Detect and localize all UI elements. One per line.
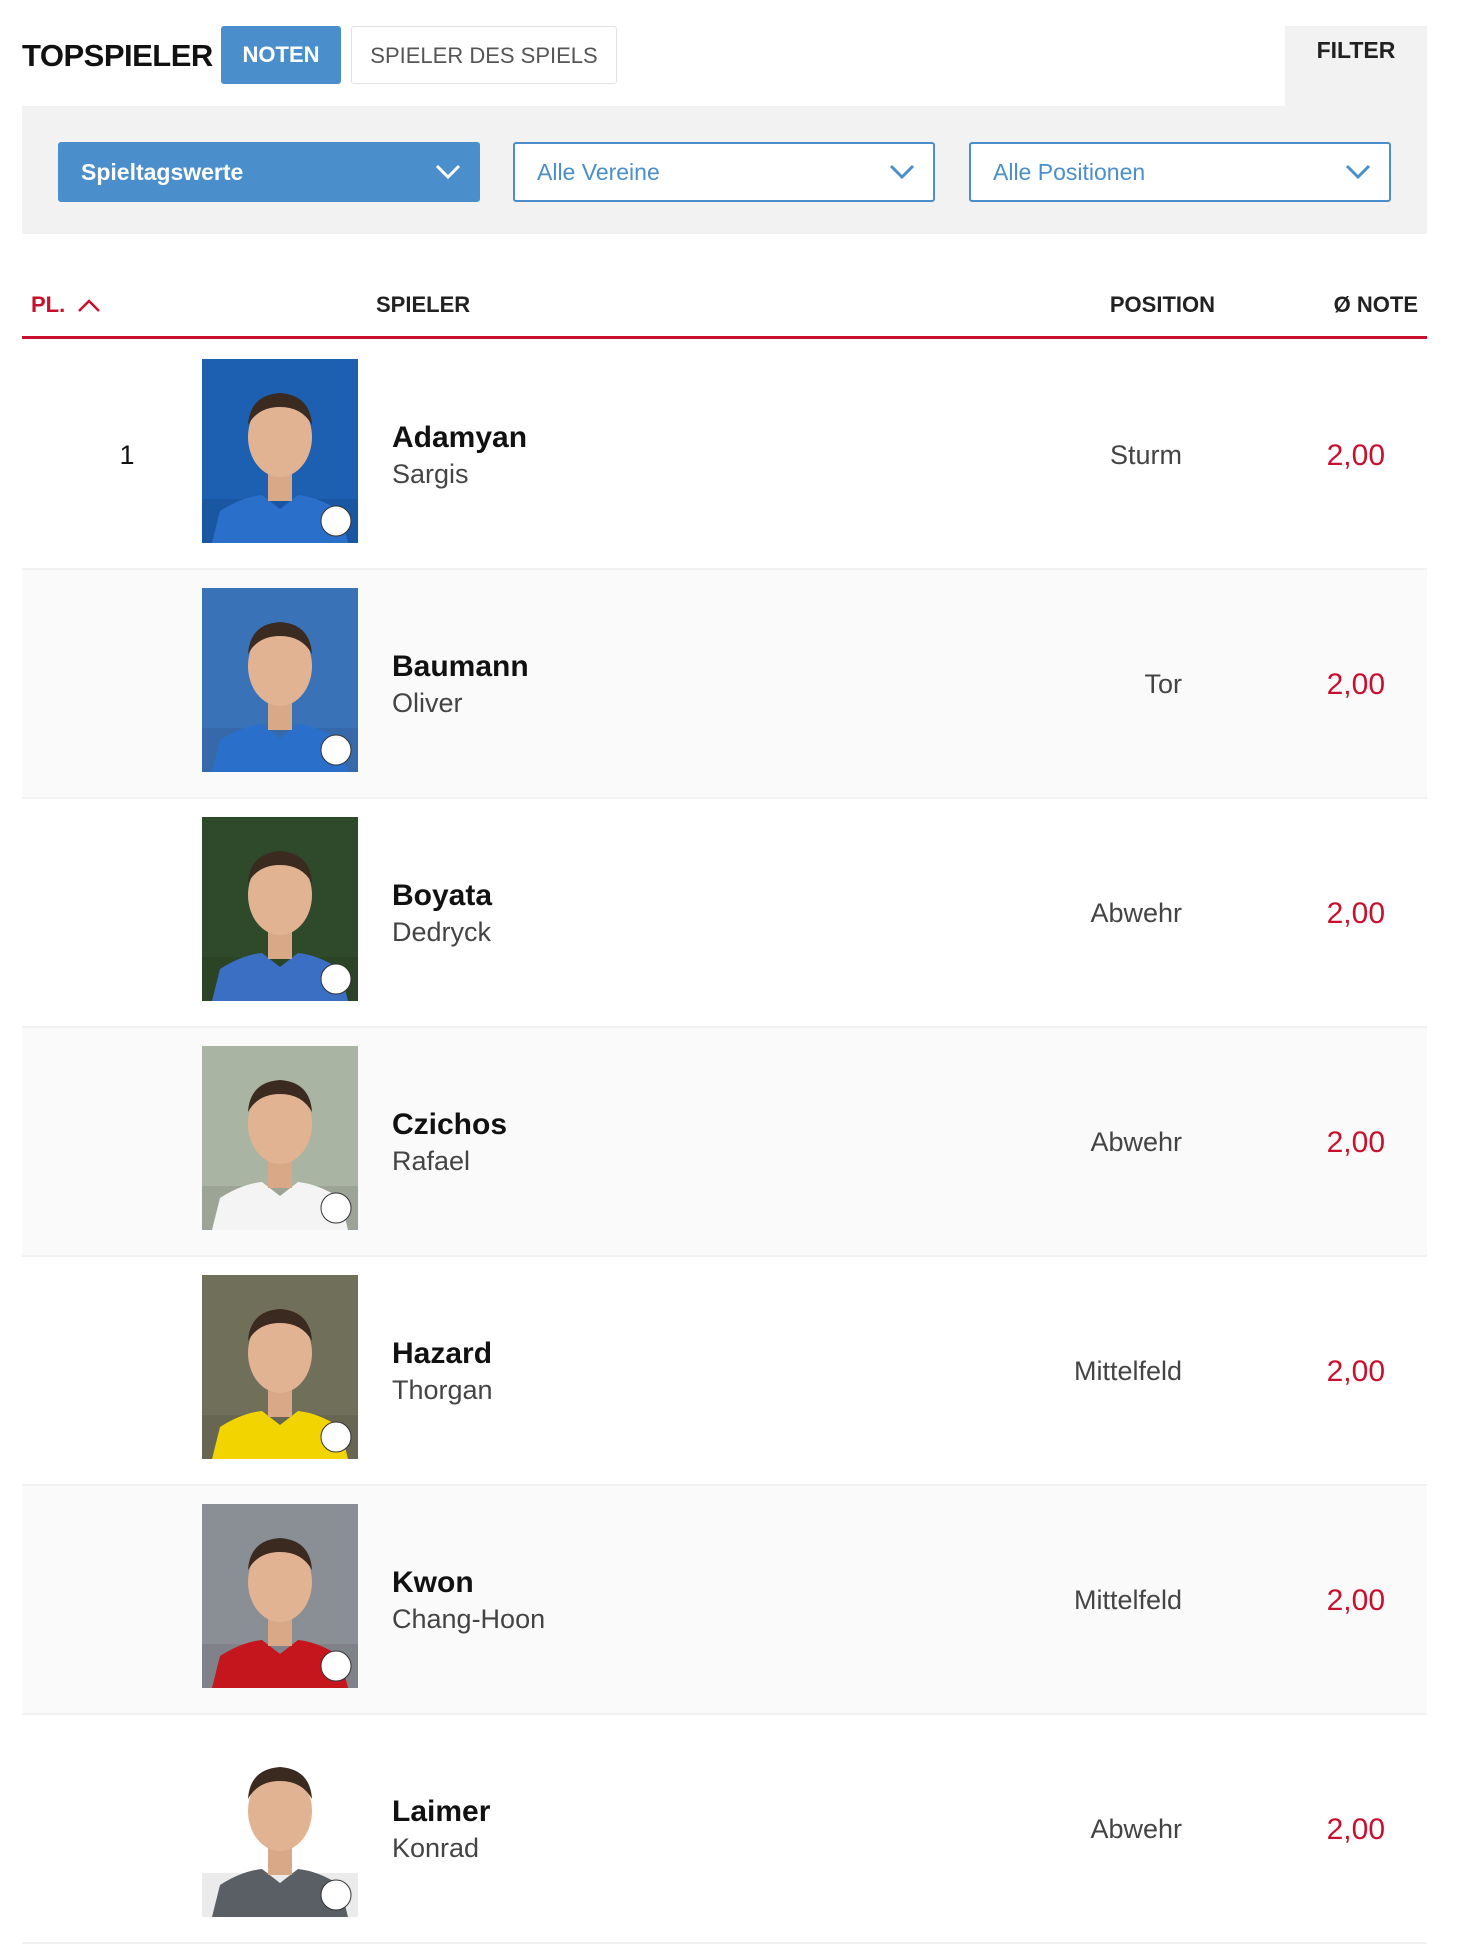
player-last-name[interactable]: Boyata <box>392 879 492 913</box>
player-rating: 2,00 <box>1326 439 1385 472</box>
rank-value <box>97 570 157 799</box>
chevron-down-icon <box>435 164 461 180</box>
player-last-name[interactable]: Baumann <box>392 650 529 684</box>
chevron-down-icon <box>1345 164 1371 180</box>
player-photo[interactable] <box>202 1046 358 1230</box>
column-header-rank[interactable]: PL. <box>31 290 101 320</box>
player-rating: 2,00 <box>1326 668 1385 701</box>
player-position: Abwehr <box>1090 898 1182 928</box>
player-last-name[interactable]: Kwon <box>392 1566 474 1600</box>
player-position: Abwehr <box>1090 1814 1182 1844</box>
player-first-name: Oliver <box>392 688 463 718</box>
player-first-name: Sargis <box>392 459 469 489</box>
filter-panel: Spieltagswerte Alle Vereine Alle Positio… <box>22 106 1427 234</box>
player-first-name: Chang-Hoon <box>392 1604 546 1634</box>
table-row[interactable]: Boyata Dedryck Abwehr 2,00 <box>22 799 1427 1028</box>
table-row[interactable]: Baumann Oliver Tor 2,00 <box>22 570 1427 799</box>
player-position: Tor <box>1144 669 1182 699</box>
club-select[interactable]: Alle Vereine <box>513 142 935 202</box>
matchday-select-value: Spieltagswerte <box>81 159 244 185</box>
player-avatar-icon <box>202 817 358 1001</box>
player-last-name[interactable]: Hazard <box>392 1337 492 1371</box>
player-position: Mittelfeld <box>1073 1356 1182 1386</box>
column-header-rating[interactable]: Ø NOTE <box>1334 290 1418 320</box>
player-rating: 2,00 <box>1326 1813 1385 1846</box>
rank-value: 1 <box>119 440 135 470</box>
tab-noten[interactable]: NOTEN <box>221 26 341 84</box>
matchday-select[interactable]: Spieltagswerte <box>58 142 480 202</box>
player-position: Mittelfeld <box>1073 1585 1182 1615</box>
table-row[interactable]: Kwon Chang-Hoon Mittelfeld 2,00 <box>22 1486 1427 1715</box>
player-photo[interactable] <box>202 1504 358 1688</box>
player-photo[interactable] <box>202 588 358 772</box>
position-select-value: Alle Positionen <box>993 159 1146 185</box>
player-rating: 2,00 <box>1326 1126 1385 1159</box>
column-header-position[interactable]: POSITION <box>1110 290 1215 320</box>
player-rating: 2,00 <box>1326 897 1385 930</box>
rank-value <box>97 1028 157 1257</box>
player-first-name: Thorgan <box>392 1375 493 1405</box>
chevron-down-icon <box>889 164 915 180</box>
player-rating: 2,00 <box>1326 1355 1385 1388</box>
player-avatar-icon <box>202 1046 358 1230</box>
player-photo[interactable] <box>202 817 358 1001</box>
player-avatar-icon <box>202 588 358 772</box>
table-row[interactable]: 1 Adamyan Sargis Sturm 2,00 <box>22 341 1427 570</box>
player-last-name[interactable]: Adamyan <box>392 421 527 455</box>
position-select[interactable]: Alle Positionen <box>969 142 1391 202</box>
player-photo[interactable] <box>202 1275 358 1459</box>
rank-value <box>97 799 157 1028</box>
tab-spieler-des-spiels[interactable]: SPIELER DES SPIELS <box>351 26 617 84</box>
rank-value <box>97 1257 157 1486</box>
player-rating: 2,00 <box>1326 1584 1385 1617</box>
player-avatar-icon <box>202 359 358 543</box>
player-first-name: Rafael <box>392 1146 471 1176</box>
player-position: Sturm <box>1109 440 1182 470</box>
club-select-value: Alle Vereine <box>537 159 660 185</box>
player-last-name[interactable]: Czichos <box>392 1108 507 1142</box>
player-first-name: Konrad <box>392 1833 480 1863</box>
player-avatar-icon <box>202 1275 358 1459</box>
filter-toggle[interactable]: FILTER <box>1285 26 1427 106</box>
rank-value <box>97 1715 157 1944</box>
player-avatar-icon <box>202 1733 358 1917</box>
player-first-name: Dedryck <box>392 917 492 947</box>
page-title: TOPSPIELER <box>22 38 213 73</box>
player-photo[interactable] <box>202 1733 358 1917</box>
player-position: Abwehr <box>1090 1127 1182 1157</box>
column-header-rank-label: PL. <box>31 292 66 317</box>
column-header-player[interactable]: SPIELER <box>376 290 470 320</box>
table-row[interactable]: Hazard Thorgan Mittelfeld 2,00 <box>22 1257 1427 1486</box>
table-row[interactable]: Czichos Rafael Abwehr 2,00 <box>22 1028 1427 1257</box>
player-last-name[interactable]: Laimer <box>392 1795 490 1829</box>
rank-value <box>97 1486 157 1715</box>
sort-ascending-icon <box>78 299 101 313</box>
header-divider <box>22 336 1427 339</box>
player-photo[interactable] <box>202 359 358 543</box>
player-avatar-icon <box>202 1504 358 1688</box>
table-row[interactable]: Laimer Konrad Abwehr 2,00 <box>22 1715 1427 1944</box>
